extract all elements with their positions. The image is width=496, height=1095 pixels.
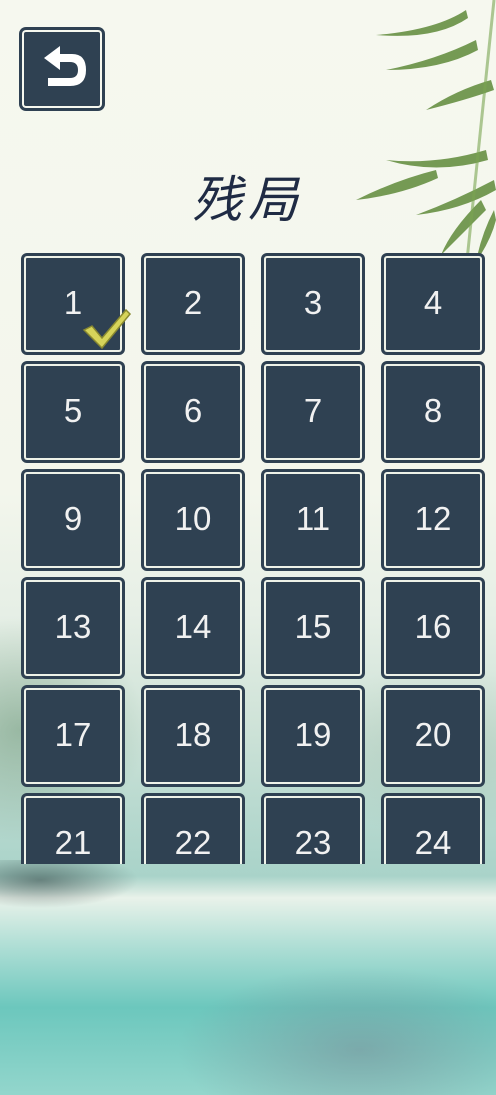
level-number: 18 — [174, 716, 212, 753]
level-number: 15 — [294, 608, 332, 645]
page-title: 残局 — [192, 171, 304, 229]
level-number: 5 — [63, 392, 83, 429]
level-number: 21 — [54, 824, 92, 861]
level-tile-13[interactable]: 13 — [24, 580, 122, 676]
completed-check-icon — [82, 308, 132, 350]
level-tile-8[interactable]: 8 — [384, 364, 482, 460]
level-tile-11[interactable]: 11 — [264, 472, 362, 568]
level-tile-5[interactable]: 5 — [24, 364, 122, 460]
level-tile-15[interactable]: 15 — [264, 580, 362, 676]
level-tile-21[interactable]: 21 — [24, 796, 122, 864]
level-tile-16[interactable]: 16 — [384, 580, 482, 676]
level-number: 8 — [423, 392, 443, 429]
level-tile-24[interactable]: 24 — [384, 796, 482, 864]
level-number: 12 — [414, 500, 452, 537]
level-tile-2[interactable]: 2 — [144, 256, 242, 352]
level-number: 4 — [423, 284, 443, 321]
level-number: 11 — [295, 500, 331, 537]
level-tile-3[interactable]: 3 — [264, 256, 362, 352]
back-arrow-icon — [44, 46, 86, 86]
level-tile-1[interactable]: 1 — [24, 256, 132, 352]
level-grid: 1 2 3 4 5 6 7 8 9 10 11 12 13 14 15 16 17 18 19 20 21 22 23 24 — [16, 248, 486, 864]
level-number: 24 — [414, 824, 452, 861]
level-number: 6 — [183, 392, 203, 429]
level-number: 22 — [174, 824, 212, 861]
level-tile-4[interactable]: 4 — [384, 256, 482, 352]
level-tile-19[interactable]: 19 — [264, 688, 362, 784]
shore-rocks — [0, 860, 140, 920]
back-button[interactable] — [22, 30, 102, 108]
level-tile-10[interactable]: 10 — [144, 472, 242, 568]
level-tile-22[interactable]: 22 — [144, 796, 242, 864]
level-number: 17 — [54, 716, 92, 753]
level-tile-9[interactable]: 9 — [24, 472, 122, 568]
level-number: 13 — [54, 608, 92, 645]
level-number: 2 — [183, 284, 203, 321]
level-number: 16 — [414, 608, 452, 645]
level-number: 19 — [294, 716, 332, 753]
level-number: 7 — [303, 392, 323, 429]
level-tile-18[interactable]: 18 — [144, 688, 242, 784]
level-tile-20[interactable]: 20 — [384, 688, 482, 784]
level-tile-23[interactable]: 23 — [264, 796, 362, 864]
level-number: 3 — [303, 284, 323, 321]
level-number: 20 — [414, 716, 452, 753]
level-tile-7[interactable]: 7 — [264, 364, 362, 460]
level-tile-6[interactable]: 6 — [144, 364, 242, 460]
level-tile-12[interactable]: 12 — [384, 472, 482, 568]
level-number: 23 — [294, 824, 332, 861]
level-number: 9 — [63, 500, 83, 537]
level-tile-14[interactable]: 14 — [144, 580, 242, 676]
level-number: 14 — [174, 608, 212, 645]
level-tile-17[interactable]: 17 — [24, 688, 122, 784]
level-number: 10 — [174, 500, 212, 537]
